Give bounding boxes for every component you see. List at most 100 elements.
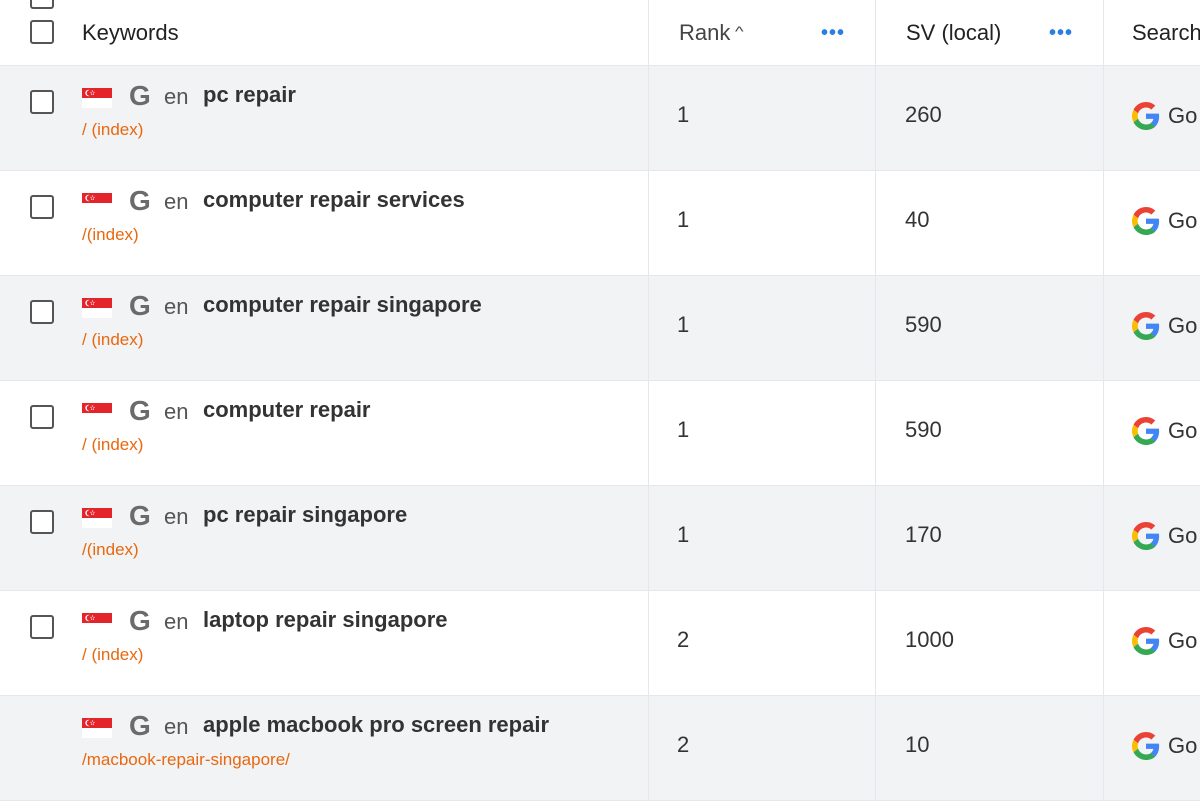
singapore-flag-icon: [82, 88, 112, 108]
select-all-checkbox[interactable]: [30, 20, 54, 44]
sv-cell: 40: [876, 171, 1104, 275]
language-code: en: [164, 294, 189, 319]
row-checkbox[interactable]: [30, 0, 54, 9]
search-engine-name: Go: [1168, 628, 1198, 653]
singapore-flag-icon: [82, 298, 112, 318]
table-row[interactable]: G en pc repair singapore /(index) 1 170 …: [0, 405, 1200, 591]
search-volume-value: 170: [905, 522, 942, 547]
header-search-engine-cell: Search: [1104, 0, 1200, 65]
keyword-text[interactable]: laptop repair singapore: [203, 607, 448, 633]
header-rank-cell: Rank ^ •••: [649, 0, 876, 65]
language-code: en: [164, 84, 189, 109]
row-checkbox[interactable]: [30, 405, 54, 429]
row-checkbox[interactable]: [30, 90, 54, 114]
chevron-up-icon[interactable]: ^: [735, 23, 744, 39]
search-engine: Go: [1132, 522, 1197, 550]
sv-cell: 260: [876, 66, 1104, 170]
more-horizontal-icon[interactable]: •••: [1049, 22, 1073, 45]
language-code: en: [164, 504, 189, 529]
keyword-text[interactable]: computer repair: [203, 397, 371, 423]
table-row[interactable]: G en computer repair / (index) 1 590 Go: [0, 300, 1200, 486]
search-engine: Go: [1132, 102, 1197, 130]
keyword-cell: G en computer repair services /(index): [0, 90, 649, 275]
google-logo-icon: [1132, 732, 1160, 760]
rank-cell: 1: [649, 486, 876, 590]
sv-cell: 1000: [876, 591, 1104, 695]
rank-cell: 1: [649, 381, 876, 485]
google-logo-icon: [1132, 207, 1160, 235]
google-g-icon: G: [129, 185, 151, 216]
ranking-url-link[interactable]: / (index): [82, 645, 143, 665]
keyword-text[interactable]: pc repair: [203, 82, 296, 108]
table-row[interactable]: G en laptop repair singapore / (index) 2…: [0, 510, 1200, 696]
search-engine-cell: Go: [1104, 696, 1200, 800]
search-volume-value: 590: [905, 417, 942, 442]
header-rank-label: Rank: [679, 20, 731, 45]
header-keywords-cell: Keywords: [0, 0, 649, 65]
search-volume-value: 10: [905, 732, 930, 757]
rank-value: 1: [677, 312, 690, 337]
rank-cell: 2: [649, 591, 876, 695]
search-engine-cell: Go: [1104, 381, 1200, 485]
rank-value: 1: [677, 207, 690, 232]
singapore-flag-icon: [82, 193, 112, 213]
row-checkbox[interactable]: [30, 195, 54, 219]
google-g-icon: G: [129, 500, 151, 531]
search-volume-value: 1000: [905, 627, 954, 652]
search-volume-value: 590: [905, 312, 942, 337]
ranking-url-link[interactable]: /(index): [82, 225, 139, 245]
header-sv-cell: SV (local) •••: [876, 0, 1104, 65]
row-checkbox[interactable]: [30, 615, 54, 639]
table-row[interactable]: G en computer repair singapore / (index)…: [0, 195, 1200, 381]
ranking-url-link[interactable]: / (index): [82, 435, 143, 455]
sv-cell: 170: [876, 486, 1104, 590]
rank-value: 1: [677, 522, 690, 547]
more-horizontal-icon[interactable]: •••: [821, 22, 845, 45]
google-g-icon: G: [129, 605, 151, 636]
keyword-text[interactable]: apple macbook pro screen repair: [203, 712, 549, 738]
singapore-flag-icon: [82, 613, 112, 633]
row-checkbox[interactable]: [30, 510, 54, 534]
table-header: Keywords Rank ^ ••• SV (local) ••• Search: [0, 0, 1200, 66]
keyword-cell: G en computer repair / (index): [0, 300, 649, 485]
sv-cell: 590: [876, 276, 1104, 380]
header-keywords[interactable]: Keywords: [82, 20, 179, 46]
search-engine: Go: [1132, 732, 1197, 760]
rank-cell: 1: [649, 276, 876, 380]
ranking-url-link[interactable]: /macbook-repair-singapore/: [82, 750, 290, 770]
language-code: en: [164, 609, 189, 634]
row-checkbox[interactable]: [30, 300, 54, 324]
google-logo-icon: [1132, 627, 1160, 655]
keyword-text[interactable]: computer repair singapore: [203, 292, 482, 318]
header-search-engine[interactable]: Search: [1132, 20, 1200, 46]
header-rank[interactable]: Rank ^: [679, 20, 744, 46]
search-engine: Go: [1132, 417, 1197, 445]
ranking-url-link[interactable]: / (index): [82, 120, 143, 140]
search-engine-cell: Go: [1104, 591, 1200, 695]
rank-value: 2: [677, 732, 690, 757]
rank-cell: 1: [649, 66, 876, 170]
singapore-flag-icon: [82, 508, 112, 528]
search-volume-value: 40: [905, 207, 930, 232]
table-row[interactable]: G en computer repair services /(index) 1…: [0, 90, 1200, 276]
header-sv[interactable]: SV (local): [906, 20, 1001, 46]
google-logo-icon: [1132, 312, 1160, 340]
search-engine-name: Go: [1168, 208, 1198, 233]
language-code: en: [164, 714, 189, 739]
keyword-cell: G en apple macbook pro screen repair /ma…: [0, 615, 649, 800]
keyword-text[interactable]: pc repair singapore: [203, 502, 407, 528]
keyword-text[interactable]: computer repair services: [203, 187, 465, 213]
rank-cell: 1: [649, 171, 876, 275]
ranking-url-link[interactable]: / (index): [82, 330, 143, 350]
search-engine-name: Go: [1168, 313, 1198, 338]
table-row[interactable]: G en apple macbook pro screen repair /ma…: [0, 615, 1200, 801]
table-row[interactable]: G en pc repair / (index) 1 260 Go: [0, 0, 1200, 171]
keyword-cell: G en computer repair singapore / (index): [0, 195, 649, 380]
search-engine-cell: Go: [1104, 276, 1200, 380]
keywords-table: Keywords Rank ^ ••• SV (local) ••• Search…: [0, 0, 1200, 801]
ranking-url-link[interactable]: /(index): [82, 540, 139, 560]
google-g-icon: G: [129, 290, 151, 321]
search-engine-name: Go: [1168, 733, 1198, 758]
google-logo-icon: [1132, 102, 1160, 130]
sv-cell: 10: [876, 696, 1104, 800]
